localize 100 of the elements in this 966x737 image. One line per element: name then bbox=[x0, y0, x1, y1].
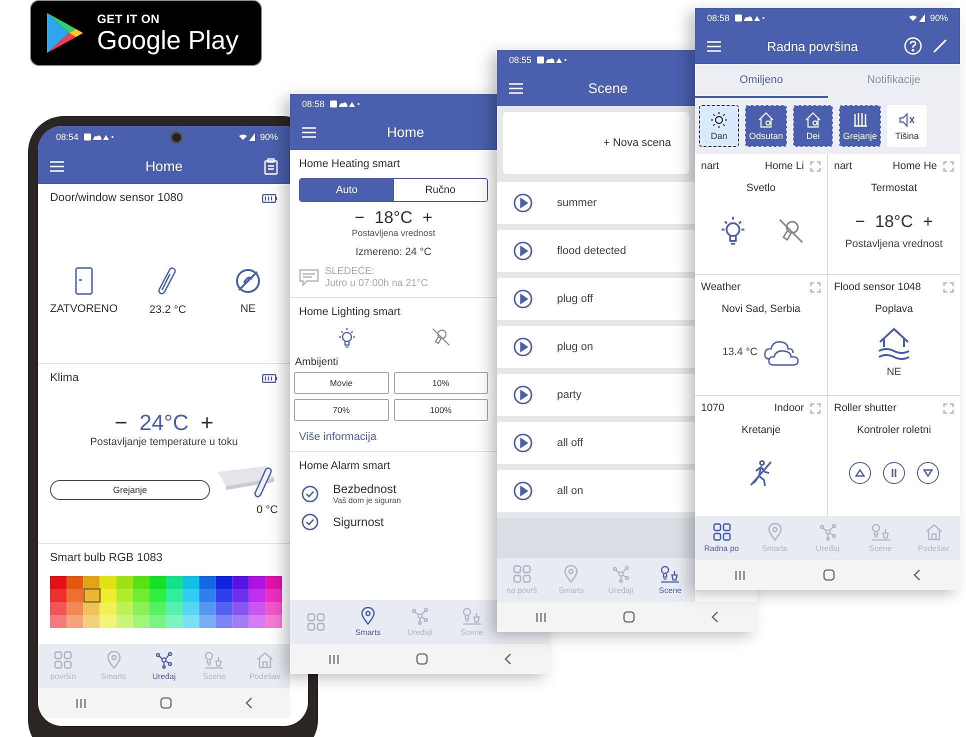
scene-row[interactable]: plug on bbox=[497, 326, 695, 368]
nav-tab[interactable]: Smarts bbox=[342, 607, 394, 637]
play-icon[interactable] bbox=[513, 193, 533, 213]
recent-apps-icon[interactable] bbox=[328, 654, 340, 664]
sun-icon bbox=[710, 111, 728, 129]
expand-icon[interactable] bbox=[810, 402, 821, 414]
increase-button[interactable]: + bbox=[200, 410, 214, 436]
back-icon[interactable] bbox=[504, 653, 512, 665]
play-icon[interactable] bbox=[513, 385, 533, 405]
tile-subtitle: Kretanje bbox=[741, 424, 781, 436]
pause-button[interactable] bbox=[883, 462, 905, 484]
recent-apps-icon[interactable] bbox=[74, 698, 87, 708]
device-tile[interactable]: Flood sensor 1048 Poplava NE bbox=[828, 275, 960, 395]
section-title: Home Alarm smart bbox=[299, 460, 392, 472]
expand-icon[interactable] bbox=[943, 160, 954, 172]
scene-row[interactable]: party bbox=[497, 374, 695, 416]
color-picker-grid[interactable] bbox=[50, 576, 282, 628]
home-icon[interactable] bbox=[160, 697, 172, 709]
tile-subtitle: Termostat bbox=[870, 182, 918, 194]
scene-chip[interactable]: Tišina bbox=[887, 105, 928, 147]
clipboard-icon[interactable] bbox=[264, 158, 278, 174]
scene-row[interactable]: plug off bbox=[497, 278, 695, 320]
nav-tab[interactable]: Uređaj bbox=[138, 651, 190, 681]
ambient-button[interactable]: 70% bbox=[294, 399, 388, 421]
scene-chip[interactable]: Dan bbox=[699, 105, 739, 147]
tile-title: 1070 bbox=[701, 402, 724, 414]
grid-icon bbox=[54, 651, 72, 669]
back-icon[interactable] bbox=[711, 611, 719, 623]
home-icon[interactable] bbox=[416, 653, 428, 665]
expand-icon[interactable] bbox=[810, 160, 821, 172]
battery-level-text: 90% bbox=[930, 13, 948, 23]
home-icon[interactable] bbox=[823, 569, 836, 581]
next-schedule: Jutro u 07:00h na 21°C bbox=[325, 278, 428, 289]
mode-tab[interactable]: Auto bbox=[300, 179, 394, 201]
scene-row[interactable]: all off bbox=[497, 422, 695, 464]
nav-tab[interactable]: Radna po bbox=[695, 523, 748, 553]
ambient-button[interactable]: Movie bbox=[294, 372, 388, 394]
expand-icon[interactable] bbox=[810, 282, 821, 292]
bulb-glass-icon bbox=[870, 523, 890, 541]
nav-tab[interactable]: Scene bbox=[646, 565, 695, 595]
tile-title: nart bbox=[834, 160, 852, 172]
expand-icon[interactable] bbox=[943, 282, 954, 292]
scene-name: plug on bbox=[557, 341, 594, 353]
back-icon[interactable] bbox=[913, 569, 922, 581]
play-icon[interactable] bbox=[513, 433, 533, 453]
scene-chip[interactable]: Odsutan bbox=[745, 105, 788, 147]
scene-row[interactable]: all on bbox=[497, 470, 695, 512]
network-icon bbox=[411, 607, 429, 625]
menu-icon[interactable] bbox=[302, 126, 316, 138]
device-tile[interactable]: 1070 Indoor Kretanje bbox=[695, 396, 827, 516]
play-icon[interactable] bbox=[513, 289, 533, 309]
temperature-value: 18°C bbox=[374, 208, 412, 228]
decrease-button[interactable]: − bbox=[354, 208, 364, 228]
tile-title: Flood sensor 1048 bbox=[834, 281, 921, 293]
pencil-icon[interactable] bbox=[932, 38, 948, 54]
ambients-label: Ambijenti bbox=[295, 356, 340, 368]
store-badge[interactable]: GET IT ON Google Play bbox=[30, 0, 262, 66]
ambient-button[interactable]: 10% bbox=[394, 372, 488, 394]
battery-level-text: 90% bbox=[260, 132, 278, 142]
increase-button[interactable]: + bbox=[922, 212, 933, 232]
menu-icon[interactable] bbox=[50, 160, 64, 172]
play-icon[interactable] bbox=[513, 337, 533, 357]
increase-button[interactable]: + bbox=[422, 208, 432, 228]
back-icon[interactable] bbox=[245, 697, 254, 709]
decrease-button[interactable]: − bbox=[855, 212, 865, 232]
up-button[interactable] bbox=[849, 462, 871, 484]
down-button[interactable] bbox=[917, 462, 939, 484]
play-icon[interactable] bbox=[513, 241, 533, 261]
recent-apps-icon[interactable] bbox=[535, 612, 547, 622]
check-circle-icon bbox=[301, 484, 319, 502]
temperature-value: 24°C bbox=[139, 410, 189, 436]
screen-title: Home bbox=[386, 124, 426, 140]
thermometer-icon bbox=[156, 266, 179, 296]
help-icon[interactable] bbox=[904, 37, 922, 55]
status-time: 08:58 bbox=[302, 99, 325, 109]
temperature-value: 18°C bbox=[875, 212, 913, 232]
expand-icon[interactable] bbox=[943, 402, 954, 414]
signal-icon bbox=[239, 133, 255, 141]
scene-chip[interactable]: Dei bbox=[793, 105, 834, 147]
mode-button[interactable]: Grejanje bbox=[50, 480, 210, 500]
device-tile[interactable]: Roller shutter Kontroler roletni bbox=[828, 396, 960, 516]
device-tile[interactable]: nart Home He Termostat − 18°C + Postavljena vrednost bbox=[828, 154, 960, 274]
decrease-button[interactable]: − bbox=[114, 410, 128, 436]
recent-apps-icon[interactable] bbox=[734, 570, 746, 580]
ambient-button[interactable]: 100% bbox=[394, 399, 488, 421]
play-icon[interactable] bbox=[513, 481, 533, 501]
device-tile[interactable]: Weather Novi Sad, Serbia 13.4 °C bbox=[695, 275, 827, 395]
speaker-icon bbox=[898, 111, 916, 129]
scene-chip[interactable]: Grejanje bbox=[839, 105, 882, 147]
menu-icon[interactable] bbox=[707, 40, 721, 52]
chat-bubble-icon bbox=[299, 268, 319, 286]
scene-row[interactable]: summer bbox=[497, 182, 695, 224]
scene-row[interactable]: flood detected bbox=[497, 230, 695, 272]
menu-icon[interactable] bbox=[509, 82, 523, 94]
bulb-glass-icon bbox=[462, 607, 482, 625]
crossed-lightbulb-icon[interactable] bbox=[430, 326, 452, 348]
more-info-link[interactable]: Više informacija bbox=[299, 431, 488, 443]
home-icon[interactable] bbox=[623, 611, 635, 623]
device-tile[interactable]: nart Home Li Svetlo bbox=[695, 154, 827, 274]
new-scene-button[interactable]: + Nova scena bbox=[603, 137, 671, 149]
